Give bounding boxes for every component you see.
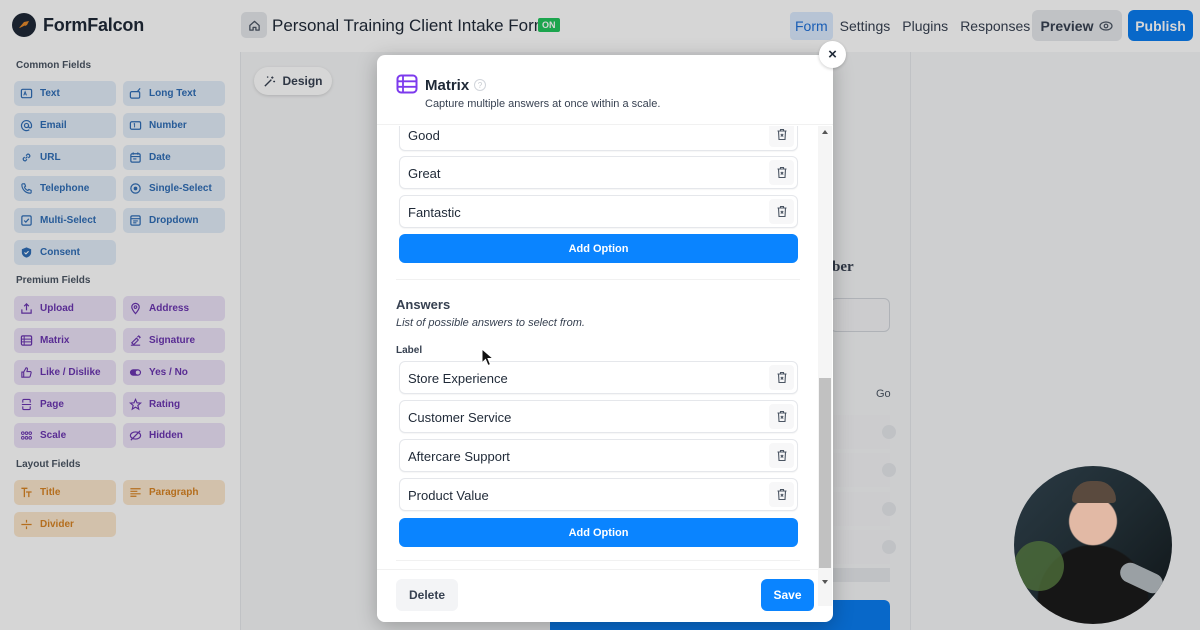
answer-option-row[interactable]: Customer Service (399, 400, 798, 433)
delete-option-button[interactable] (769, 126, 794, 147)
scroll-down-arrow[interactable] (822, 580, 828, 584)
modal-footer: Delete Save (377, 569, 818, 622)
delete-option-button[interactable] (769, 482, 794, 507)
matrix-icon (396, 74, 418, 94)
answer-option-row[interactable]: Aftercare Support (399, 439, 798, 472)
delete-option-button[interactable] (769, 160, 794, 185)
option-input[interactable]: Aftercare Support (408, 449, 510, 464)
webcam-background-plant (1014, 541, 1064, 591)
section-divider (396, 279, 800, 280)
trash-icon (777, 166, 786, 179)
add-answer-option-button[interactable]: Add Option (399, 518, 798, 547)
save-button[interactable]: Save (761, 579, 814, 611)
modal-scrollbar[interactable] (818, 126, 832, 606)
help-icon[interactable]: ? (474, 79, 486, 91)
trash-icon (777, 371, 786, 384)
delete-option-button[interactable] (769, 365, 794, 390)
trash-icon (777, 128, 786, 141)
option-input[interactable]: Great (408, 166, 441, 181)
trash-icon (777, 449, 786, 462)
delete-option-button[interactable] (769, 199, 794, 224)
label-heading: Label (396, 345, 423, 356)
close-modal-button[interactable]: × (819, 41, 846, 68)
delete-field-button[interactable]: Delete (396, 579, 458, 611)
scroll-thumb[interactable] (819, 378, 831, 568)
answers-description: List of possible answers to select from. (396, 317, 585, 329)
section-divider (396, 560, 800, 561)
microphone-icon (1116, 559, 1167, 597)
option-input[interactable]: Good (408, 128, 440, 143)
scale-option-row[interactable]: Fantastic (399, 195, 798, 228)
answer-option-row[interactable]: Store Experience (399, 361, 798, 394)
option-input[interactable]: Product Value (408, 488, 489, 503)
modal-body: Good Great Fantastic Add Option Answers … (377, 126, 818, 566)
delete-option-button[interactable] (769, 404, 794, 429)
modal-header: Matrix ? Capture multiple answers at onc… (377, 55, 833, 125)
delete-option-button[interactable] (769, 443, 794, 468)
presenter-webcam (1014, 466, 1172, 624)
modal-title: Matrix (425, 77, 470, 94)
answers-heading: Answers (396, 297, 451, 312)
answer-option-row[interactable]: Product Value (399, 478, 798, 511)
trash-icon (777, 488, 786, 501)
option-input[interactable]: Customer Service (408, 410, 511, 425)
scale-option-row[interactable]: Good (399, 126, 798, 151)
scale-option-row[interactable]: Great (399, 156, 798, 189)
scroll-up-arrow[interactable] (822, 130, 828, 134)
modal-subtitle: Capture multiple answers at once within … (425, 98, 661, 110)
option-input[interactable]: Fantastic (408, 205, 461, 220)
option-input[interactable]: Store Experience (408, 371, 508, 386)
trash-icon (777, 205, 786, 218)
add-scale-option-button[interactable]: Add Option (399, 234, 798, 263)
matrix-settings-modal: Matrix ? Capture multiple answers at onc… (377, 55, 833, 622)
trash-icon (777, 410, 786, 423)
mouse-cursor-icon (481, 348, 495, 367)
webcam-presenter (1072, 481, 1116, 503)
